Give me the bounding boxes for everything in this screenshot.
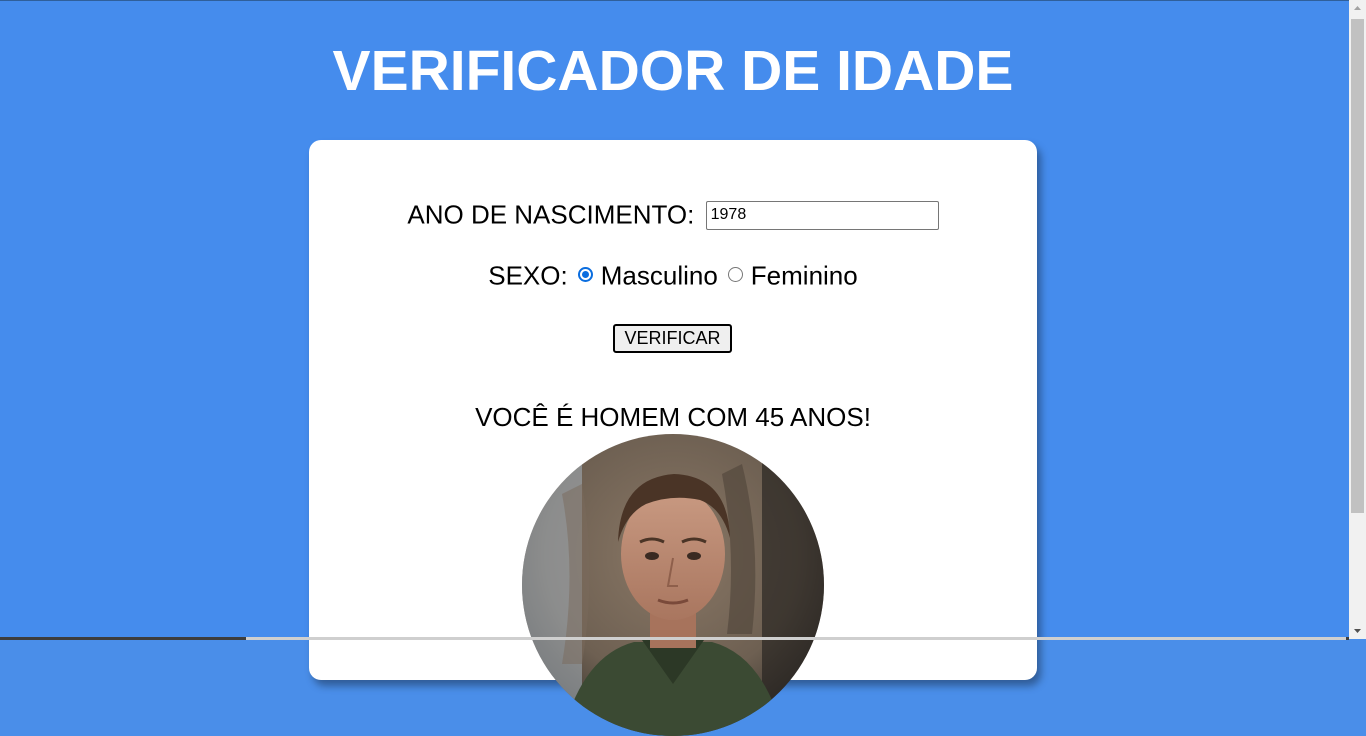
man-portrait-photo [522,434,824,736]
scroll-up-arrow-icon[interactable] [1349,0,1366,17]
form-card: ANO DE NASCIMENTO: SEXO: Masculino Feminin… [309,140,1037,736]
birth-year-label: ANO DE NASCIMENTO: [407,199,695,230]
radio-feminino[interactable] [727,266,743,282]
birth-year-input[interactable] [705,200,939,230]
radio-masculino-label[interactable]: Masculino [601,261,718,291]
scrollbar-thumb[interactable] [1351,19,1364,513]
vertical-scrollbar[interactable] [1349,0,1366,639]
radio-feminino-label[interactable]: Feminino [751,261,858,291]
sex-row: SEXO: Masculino Feminino [309,259,1037,292]
sex-label: SEXO: [488,260,568,291]
page-title: VERIFICADOR DE IDADE [332,39,1014,103]
birth-year-row: ANO DE NASCIMENTO: [309,198,1037,231]
radio-masculino[interactable] [577,266,593,282]
result-photo [522,434,824,736]
page-viewport: VERIFICADOR DE IDADE ANO DE NASCIMENTO: … [0,0,1349,736]
result-message: VOCÊ É HOMEM COM 45 ANOS! [475,402,871,432]
scroll-down-arrow-icon[interactable] [1349,622,1366,639]
verify-button[interactable]: VERIFICAR [613,324,732,353]
